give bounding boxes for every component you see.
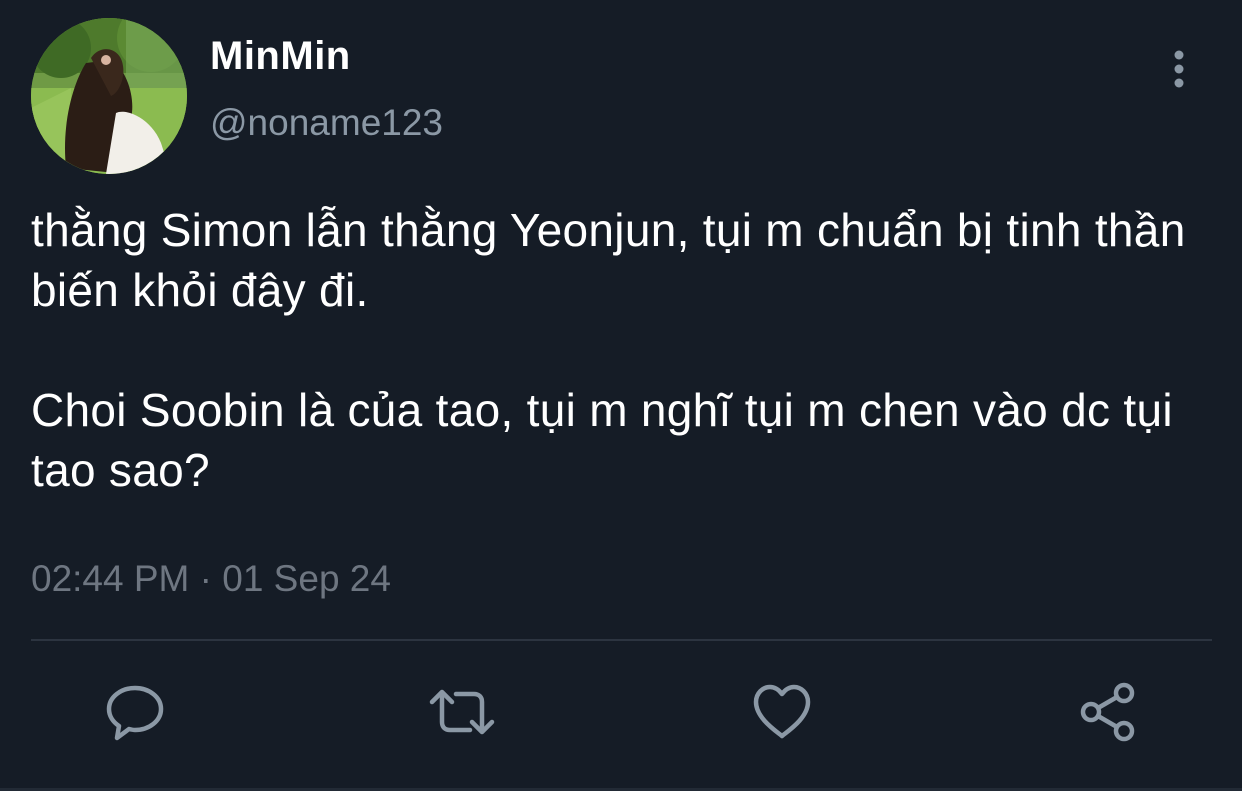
display-name[interactable]: MinMin: [210, 33, 351, 79]
tweet-timestamp[interactable]: 02:44 PM · 01 Sep 24: [31, 556, 391, 602]
more-vertical-icon: [1174, 50, 1184, 88]
comment-icon: [106, 685, 164, 741]
retweet-button[interactable]: [428, 682, 495, 742]
share-icon: [1080, 682, 1135, 742]
avatar-photo: [31, 18, 187, 174]
tweet-card: MinMin @noname123 thằng Simon lẫn thằng …: [0, 0, 1242, 791]
share-button[interactable]: [1078, 682, 1138, 742]
retweet-icon: [429, 689, 495, 735]
tweet-paragraph: thằng Simon lẫn thằng Yeonjun, tụi m chu…: [31, 204, 1186, 316]
avatar[interactable]: [31, 18, 187, 174]
tweet-text: thằng Simon lẫn thằng Yeonjun, tụi m chu…: [31, 200, 1221, 500]
like-button[interactable]: [752, 682, 812, 742]
tweet-paragraph: Choi Soobin là của tao, tụi m nghĩ tụi m…: [31, 384, 1173, 496]
heart-icon: [753, 684, 811, 739]
user-handle[interactable]: @noname123: [210, 101, 443, 145]
more-options-button[interactable]: [1160, 46, 1198, 92]
reply-button[interactable]: [105, 682, 165, 742]
divider: [31, 639, 1212, 641]
